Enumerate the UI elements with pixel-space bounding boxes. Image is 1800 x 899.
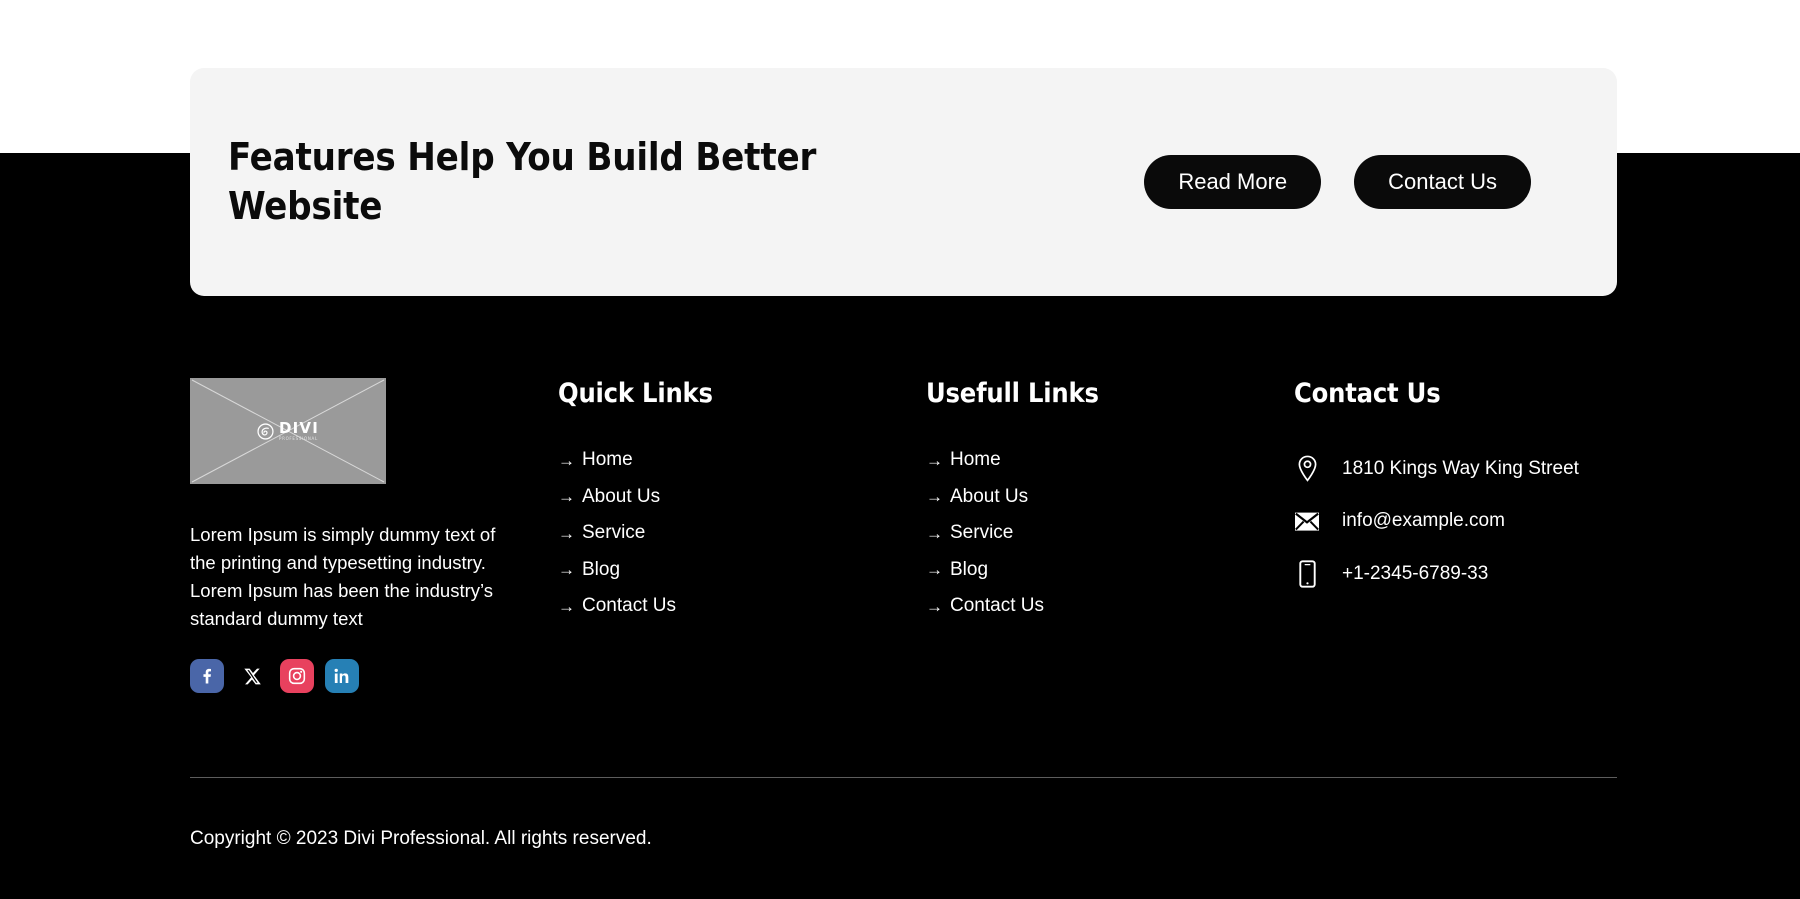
social-link-linkedin[interactable] xyxy=(325,659,359,694)
arrow-right-icon: → xyxy=(926,560,943,579)
arrow-right-icon: → xyxy=(558,487,575,506)
contact-title: Contact Us xyxy=(1294,378,1441,409)
quick-link-contact-us[interactable]: Contact Us xyxy=(582,595,676,617)
cta-actions: Read More Contact Us xyxy=(1144,154,1579,210)
social-link-instagram[interactable] xyxy=(280,659,314,694)
footer-useful-links-column: Usefull Links → Home → About Us → Servic… xyxy=(926,378,1294,632)
linkedin-icon xyxy=(334,669,349,684)
logo-wordmark: DIVI PROFESSIONAL xyxy=(278,418,320,442)
x-twitter-icon xyxy=(243,668,261,685)
divi-swirl-icon xyxy=(257,422,274,440)
read-more-button[interactable]: Read More xyxy=(1144,154,1322,210)
list-item[interactable]: → About Us xyxy=(558,486,926,508)
list-item[interactable]: → Blog xyxy=(926,559,1294,581)
quick-link-home[interactable]: Home xyxy=(582,449,633,471)
useful-links-list: → Home → About Us → Service → Blog → Con… xyxy=(926,449,1294,617)
arrow-right-icon: → xyxy=(926,487,943,506)
list-item[interactable]: → Contact Us xyxy=(926,595,1294,617)
map-pin-icon xyxy=(1294,455,1320,482)
useful-link-contact-us[interactable]: Contact Us xyxy=(950,595,1044,617)
useful-link-service[interactable]: Service xyxy=(950,522,1013,544)
quick-links-list: → Home → About Us → Service → Blog → Con… xyxy=(558,449,926,617)
list-item[interactable]: → Service xyxy=(558,522,926,544)
arrow-right-icon: → xyxy=(558,523,575,543)
list-item[interactable]: → Service xyxy=(926,522,1294,544)
arrow-right-icon: → xyxy=(926,450,943,470)
footer-columns: DIVI PROFESSIONAL Lorem Ipsum is simply … xyxy=(190,378,1617,694)
mobile-phone-icon xyxy=(1294,560,1320,588)
list-item[interactable]: → Blog xyxy=(558,559,926,581)
list-item[interactable]: → About Us xyxy=(926,486,1294,508)
arrow-right-icon: → xyxy=(926,523,943,543)
quick-links-title: Quick Links xyxy=(558,378,713,409)
logo-mark: DIVI PROFESSIONAL xyxy=(190,378,386,484)
brand-description: Lorem Ipsum is simply dummy text of the … xyxy=(190,524,496,630)
cta-card: Features Help You Build Better Website R… xyxy=(190,68,1617,296)
quick-link-service[interactable]: Service xyxy=(582,522,645,544)
useful-link-about-us[interactable]: About Us xyxy=(950,486,1028,508)
contact-address: 1810 Kings Way King Street xyxy=(1342,457,1579,479)
logo-subtext: PROFESSIONAL xyxy=(278,436,318,442)
cta-heading: Features Help You Build Better Website xyxy=(228,135,817,228)
arrow-right-icon: → xyxy=(558,450,575,470)
contact-phone: +1-2345-6789-33 xyxy=(1342,563,1489,584)
social-link-x-twitter[interactable] xyxy=(235,659,269,694)
logo-word-text: DIVI xyxy=(278,418,320,437)
arrow-right-icon: → xyxy=(926,596,943,616)
list-item[interactable]: +1-2345-6789-33 xyxy=(1294,560,1617,588)
useful-link-blog[interactable]: Blog xyxy=(950,559,988,581)
list-item[interactable]: → Home xyxy=(558,449,926,471)
list-item: 1810 Kings Way King Street xyxy=(1294,455,1617,482)
contact-us-button[interactable]: Contact Us xyxy=(1354,154,1531,210)
arrow-right-icon: → xyxy=(558,560,575,579)
page-root: Features Help You Build Better Website R… xyxy=(0,0,1800,899)
quick-link-about-us[interactable]: About Us xyxy=(582,486,660,508)
copyright-text: Copyright © 2023 Divi Professional. All … xyxy=(190,828,652,849)
instagram-icon xyxy=(288,668,306,685)
contact-email: info@example.com xyxy=(1342,510,1505,531)
list-item[interactable]: → Home xyxy=(926,449,1294,471)
logo-placeholder[interactable]: DIVI PROFESSIONAL xyxy=(190,378,386,484)
footer-quick-links-column: Quick Links → Home → About Us → Service … xyxy=(558,378,926,632)
useful-links-title: Usefull Links xyxy=(926,378,1099,409)
arrow-right-icon: → xyxy=(558,596,575,616)
envelope-icon xyxy=(1294,511,1320,532)
mobile-phone-glyph xyxy=(1298,560,1316,588)
social-link-facebook[interactable] xyxy=(190,659,224,694)
social-links xyxy=(190,659,558,694)
footer-contact-column: Contact Us 1810 Kings Way King Street in… xyxy=(1294,378,1617,616)
footer-brand-column: DIVI PROFESSIONAL Lorem Ipsum is simply … xyxy=(190,378,558,694)
map-pin-glyph xyxy=(1298,455,1316,482)
facebook-icon xyxy=(203,669,211,684)
list-item[interactable]: → Contact Us xyxy=(558,595,926,617)
list-item[interactable]: info@example.com xyxy=(1294,510,1617,532)
quick-link-blog[interactable]: Blog xyxy=(582,559,620,581)
footer-divider xyxy=(190,777,1617,778)
contact-list: 1810 Kings Way King Street info@example.… xyxy=(1294,455,1617,588)
useful-link-home[interactable]: Home xyxy=(950,449,1001,471)
envelope-glyph xyxy=(1295,512,1319,531)
